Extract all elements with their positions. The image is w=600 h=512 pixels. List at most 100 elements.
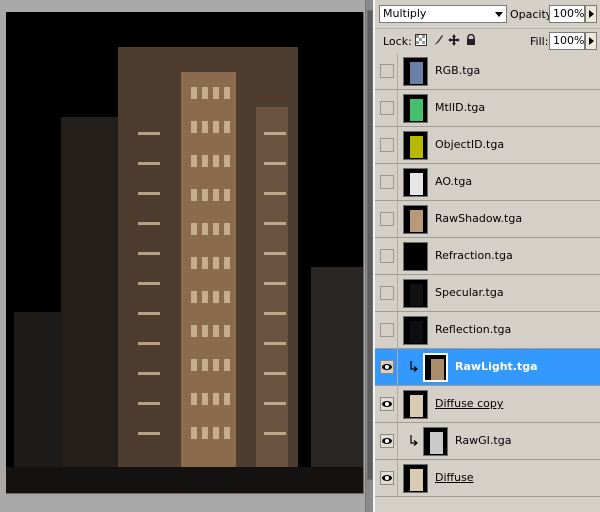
window (224, 257, 230, 269)
visibility-eye-icon[interactable] (380, 471, 394, 485)
image-canvas[interactable] (6, 12, 364, 494)
window (191, 359, 197, 371)
blend-mode-value: Multiply (383, 7, 427, 20)
layer-row[interactable]: Refraction.tga (375, 238, 600, 275)
window (202, 257, 208, 269)
layer-thumbnail[interactable] (403, 279, 428, 308)
visibility-eye-icon[interactable] (380, 434, 394, 448)
layer-thumbnail[interactable] (403, 316, 428, 345)
fill-input[interactable]: 100% (549, 32, 585, 50)
balcony-light (264, 192, 286, 195)
layer-row[interactable]: Diffuse (375, 460, 600, 497)
visibility-eye-icon[interactable] (380, 249, 394, 263)
layer-name: MtlID.tga (435, 101, 486, 114)
blend-mode-dropdown[interactable]: Multiply (379, 5, 507, 23)
layer-thumbnail[interactable] (403, 57, 428, 86)
window (202, 223, 208, 235)
layer-row[interactable]: AO.tga (375, 164, 600, 201)
document-workspace[interactable] (0, 0, 374, 512)
window (202, 155, 208, 167)
clipping-mask-arrow-icon (410, 361, 418, 372)
visibility-eye-icon[interactable] (380, 360, 394, 374)
window (202, 87, 208, 99)
lock-position-move-icon[interactable] (448, 34, 460, 46)
visibility-eye-icon[interactable] (380, 323, 394, 337)
fill-label: Fill: (530, 35, 549, 48)
divider (397, 349, 398, 385)
layer-thumbnail[interactable] (403, 390, 428, 419)
window (191, 393, 197, 405)
visibility-eye-icon[interactable] (380, 138, 394, 152)
chevron-down-icon (495, 12, 503, 17)
opacity-input[interactable]: 100% (549, 5, 585, 23)
layer-row[interactable]: RawGI.tga (375, 423, 600, 460)
layer-thumbnail[interactable] (403, 94, 428, 123)
window (213, 325, 219, 337)
lock-transparent-pixels-icon[interactable] (415, 34, 427, 46)
window (224, 189, 230, 201)
layer-name: RawGI.tga (455, 434, 512, 447)
visibility-eye-icon[interactable] (380, 64, 394, 78)
visibility-eye-icon[interactable] (380, 175, 394, 189)
visibility-eye-icon[interactable] (380, 212, 394, 226)
layer-thumbnail[interactable] (423, 353, 448, 382)
layer-name: Diffuse (435, 471, 474, 484)
fill-value: 100% (553, 34, 585, 47)
window (202, 359, 208, 371)
fill-slider-button[interactable] (585, 32, 597, 50)
window (191, 427, 197, 439)
balcony-light (138, 162, 160, 165)
visibility-eye-icon[interactable] (380, 286, 394, 300)
divider (397, 127, 398, 163)
divider (397, 312, 398, 348)
window (202, 121, 208, 133)
visibility-eye-icon[interactable] (380, 397, 394, 411)
layer-row[interactable]: ObjectID.tga (375, 127, 600, 164)
balcony-light (138, 192, 160, 195)
layer-name: AO.tga (435, 175, 473, 188)
window (224, 359, 230, 371)
layer-thumbnail[interactable] (403, 205, 428, 234)
window (213, 291, 219, 303)
lock-image-pixels-brush-icon[interactable] (432, 34, 444, 46)
layer-name: Reflection.tga (435, 323, 512, 336)
divider (397, 423, 398, 459)
balcony-light (264, 372, 286, 375)
layer-thumbnail[interactable] (403, 131, 428, 160)
layer-row[interactable]: Diffuse copy (375, 386, 600, 423)
opacity-slider-button[interactable] (585, 5, 597, 23)
window (202, 393, 208, 405)
divider (397, 386, 398, 422)
ground-street (6, 467, 363, 493)
window (213, 189, 219, 201)
layer-name: ObjectID.tga (435, 138, 505, 151)
layer-row[interactable]: Reflection.tga (375, 312, 600, 349)
layer-name: Specular.tga (435, 286, 504, 299)
window (191, 325, 197, 337)
layer-row[interactable]: Specular.tga (375, 275, 600, 312)
divider (397, 53, 398, 89)
balcony-light (138, 252, 160, 255)
layer-row[interactable]: RGB.tga (375, 53, 600, 90)
balcony-light (264, 162, 286, 165)
visibility-eye-icon[interactable] (380, 101, 394, 115)
balcony-light (138, 372, 160, 375)
layer-thumbnail[interactable] (403, 168, 428, 197)
window (202, 189, 208, 201)
divider (397, 201, 398, 237)
building-back-wing (61, 117, 121, 467)
balcony-light (264, 222, 286, 225)
layer-thumbnail[interactable] (403, 242, 428, 271)
lock-all-padlock-icon[interactable] (465, 33, 477, 46)
layer-row[interactable]: RawLight.tga (375, 349, 600, 386)
window (191, 189, 197, 201)
window (213, 257, 219, 269)
layers-panel: Multiply Opacity: 100% Lock: Fill: 100% (373, 0, 600, 512)
window (224, 393, 230, 405)
balcony-light (264, 312, 286, 315)
layer-row[interactable]: MtlID.tga (375, 90, 600, 127)
layer-thumbnail[interactable] (403, 464, 428, 493)
layer-name: RawShadow.tga (435, 212, 523, 225)
layer-thumbnail[interactable] (423, 427, 448, 456)
layer-row[interactable]: RawShadow.tga (375, 201, 600, 238)
